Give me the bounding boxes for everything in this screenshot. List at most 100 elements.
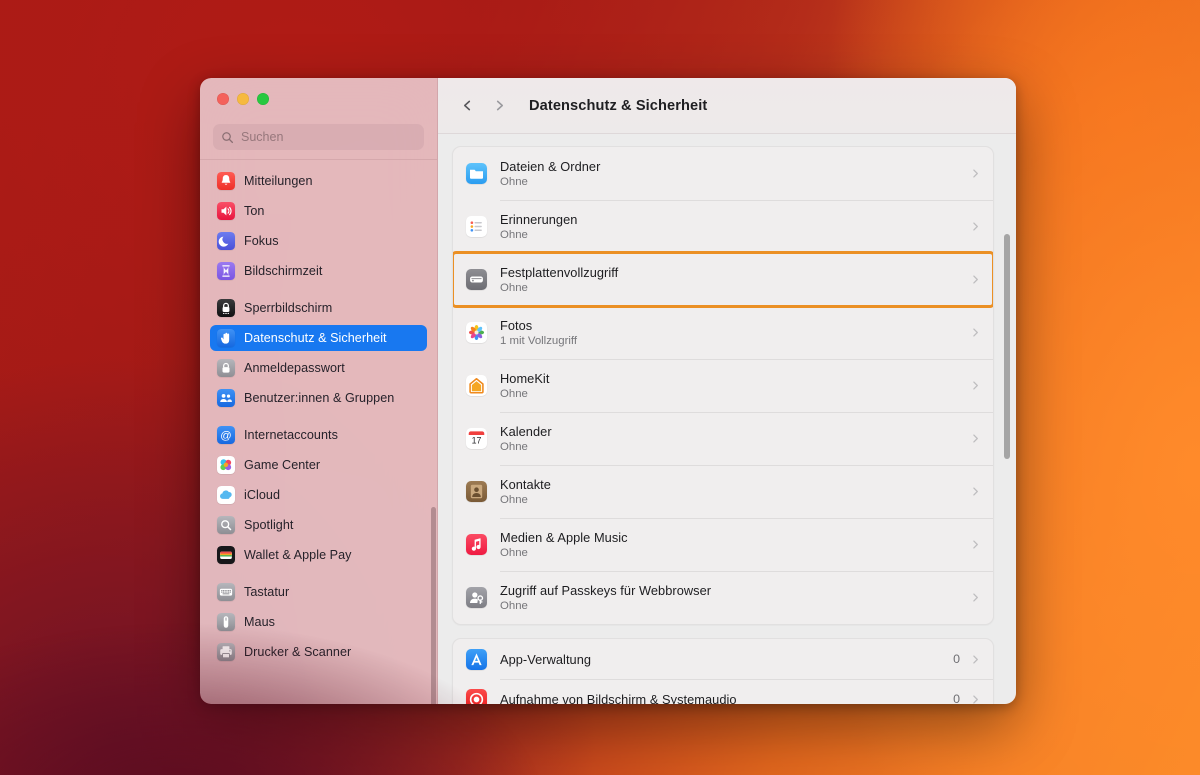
content-scrollbar[interactable] [1004,234,1010,459]
sidebar-item-drucker-scanner[interactable]: Drucker & Scanner [210,639,427,665]
settings-card: App-Verwaltung 0 Aufnahme von Bildschirm &… [452,638,994,704]
sidebar-item-bildschirmzeit[interactable]: Bildschirmzeit [210,258,427,284]
settings-row-app-verwaltung[interactable]: App-Verwaltung 0 [453,639,993,679]
notifications-icon [217,172,235,190]
calendar-icon: 17 [466,428,487,449]
sidebar-item-datenschutz-sicherheit[interactable]: Datenschutz & Sicherheit [210,325,427,351]
sidebar-item-label: Drucker & Scanner [244,645,352,659]
chevron-right-icon [973,654,978,664]
sidebar-group: Tastatur Maus Drucker & Scanner [210,579,427,665]
focus-icon [217,232,235,250]
music-icon [466,534,487,555]
sidebar-item-tastatur[interactable]: Tastatur [210,579,427,605]
chevron-right-icon [973,275,978,284]
row-count: 0 [953,652,960,666]
homekit-icon [466,375,487,396]
chevron-right-icon [496,100,503,111]
row-text: Dateien & Ordner Ohne [500,159,971,188]
page-title: Datenschutz & Sicherheit [529,97,708,114]
close-button[interactable] [217,93,229,105]
desktop-wallpaper: Mitteilungen Ton Fokus Bildschirmzeit Sperrb… [0,0,1200,775]
settings-row-kalender[interactable]: 17 Kalender Ohne [453,412,993,465]
screen-time-icon [217,262,235,280]
sidebar-scrollbar[interactable] [431,507,436,704]
app-management-icon [466,648,487,670]
row-text: App-Verwaltung [500,652,953,667]
chevron-right-icon [973,169,978,178]
search-field[interactable] [213,124,424,150]
search-container [200,118,437,159]
sidebar-item-game-center[interactable]: Game Center [210,452,427,478]
sidebar-item-sperrbildschirm[interactable]: Sperrbildschirm [210,295,427,321]
settings-row-erinnerungen[interactable]: Erinnerungen Ohne [453,200,993,253]
settings-row-medien-apple-music[interactable]: Medien & Apple Music Ohne [453,518,993,571]
sidebar-group: Mitteilungen Ton Fokus Bildschirmzeit [210,168,427,284]
minimize-button[interactable] [237,93,249,105]
row-subtitle: Ohne [500,600,528,612]
settings-row-zugriff-auf-passkeys-für-webbrowser[interactable]: Zugriff auf Passkeys für Webbrowser Ohne [453,571,993,624]
row-title: Zugriff auf Passkeys für Webbrowser [500,583,712,598]
sidebar-item-ton[interactable]: Ton [210,198,427,224]
chevron-right-icon [973,328,978,337]
sidebar-item-label: Fokus [244,234,279,248]
printer-icon [217,643,235,661]
chevron-left-icon [463,100,470,111]
settings-row-aufnahme-von-bildschirm-systemaudio[interactable]: Aufnahme von Bildschirm & Systemaudio 0 [453,679,993,704]
row-text: Aufnahme von Bildschirm & Systemaudio [500,692,953,705]
sound-icon [217,202,235,220]
row-subtitle: Ohne [500,176,528,188]
sidebar-item-label: iCloud [244,488,281,502]
row-text: Erinnerungen Ohne [500,212,971,241]
settings-row-dateien-ordner[interactable]: Dateien & Ordner Ohne [453,147,993,200]
sidebar-item-label: Tastatur [244,585,290,599]
toolbar: Datenschutz & Sicherheit [438,78,1016,134]
sidebar-item-internetaccounts[interactable]: @ Internetaccounts [210,422,427,448]
settings-row-homekit[interactable]: HomeKit Ohne [453,359,993,412]
internet-accounts-icon: @ [217,426,235,444]
row-title: Fotos [500,318,533,333]
settings-row-fotos[interactable]: Fotos 1 mit Vollzugriff [453,306,993,359]
sidebar-item-icloud[interactable]: iCloud [210,482,427,508]
screen-recording-icon [466,688,487,704]
sidebar-item-label: Wallet & Apple Pay [244,548,352,562]
sidebar-item-label: Maus [244,615,275,629]
row-subtitle: Ohne [500,441,528,453]
back-button[interactable] [452,91,482,121]
sidebar-item-benutzer-innen-gruppen[interactable]: Benutzer:innen & Gruppen [210,385,427,411]
sidebar-item-label: Datenschutz & Sicherheit [244,331,387,345]
main-pane: Datenschutz & Sicherheit Dateien & Ordne… [438,78,1016,704]
sidebar-item-label: Anmeldepasswort [244,361,345,375]
chevron-right-icon [973,222,978,231]
sidebar-item-wallet-apple-pay[interactable]: Wallet & Apple Pay [210,542,427,568]
sidebar-item-label: Benutzer:innen & Gruppen [244,391,395,405]
sidebar-item-anmeldepasswort[interactable]: Anmeldepasswort [210,355,427,381]
sidebar-item-label: Bildschirmzeit [244,264,323,278]
forward-button[interactable] [484,91,514,121]
search-input[interactable] [241,130,416,144]
row-text: Zugriff auf Passkeys für Webbrowser Ohne [500,583,971,612]
zoom-button[interactable] [257,93,269,105]
sidebar-item-mitteilungen[interactable]: Mitteilungen [210,168,427,194]
window-controls [200,78,437,118]
passkeys-icon [466,587,487,608]
sidebar-item-spotlight[interactable]: Spotlight [210,512,427,538]
sidebar-item-label: Sperrbildschirm [244,301,333,315]
chevron-right-icon [973,694,978,704]
row-subtitle: Ohne [500,229,528,241]
svg-text:@: @ [220,430,231,442]
row-text: Kontakte Ohne [500,477,971,506]
row-count: 0 [953,692,960,704]
settings-row-festplattenvollzugriff[interactable]: Festplattenvollzugriff Ohne [453,251,993,308]
sidebar-scroll-area[interactable]: Mitteilungen Ton Fokus Bildschirmzeit Sperrb… [200,160,437,704]
sidebar-item-fokus[interactable]: Fokus [210,228,427,254]
row-title: Festplattenvollzugriff [500,265,619,280]
sidebar-item-maus[interactable]: Maus [210,609,427,635]
cards-container: Dateien & Ordner Ohne Erinnerungen Ohne Fest… [452,146,994,704]
row-title: HomeKit [500,371,550,386]
sidebar-group: @ Internetaccounts Game Center iCloud Spotli… [210,422,427,568]
settings-row-kontakte[interactable]: Kontakte Ohne [453,465,993,518]
contacts-icon [466,481,487,502]
photos-icon [466,322,487,343]
spotlight-icon [217,516,235,534]
chevron-right-icon [973,487,978,496]
